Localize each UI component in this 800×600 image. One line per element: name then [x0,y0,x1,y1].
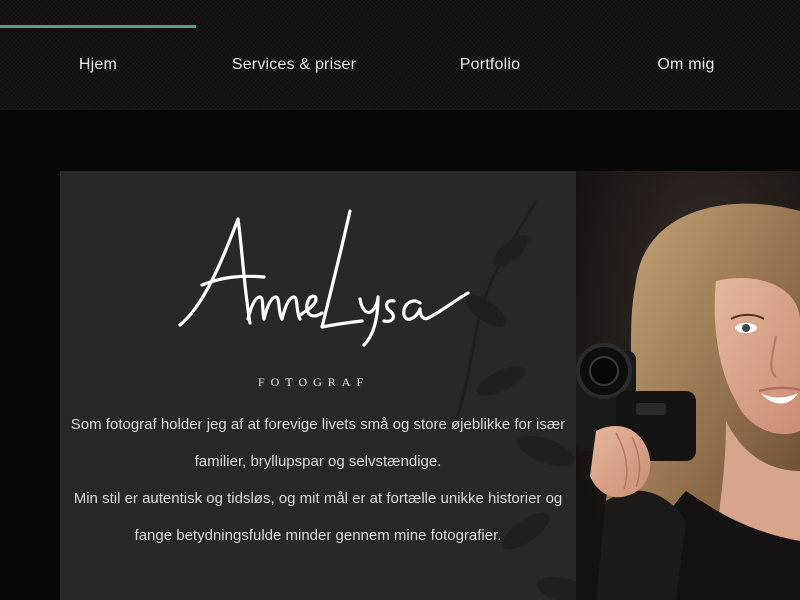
photographer-portrait [576,171,800,600]
nav-item-om-mig[interactable]: Om mig [588,0,784,110]
intro-line: familier, bryllupspar og selvstændige. [194,453,442,470]
nav-item-services-priser[interactable]: Services & priser [196,0,392,110]
intro-panel: FOTOGRAF Som fotograf holder jeg af at f… [60,171,576,600]
intro-line: fange betydningsfulde minder gennem mine… [134,527,502,544]
intro-line: Som fotograf holder jeg af at forevige l… [70,416,566,433]
intro-text: Som fotograf holder jeg af at forevige l… [60,406,576,554]
top-navigation: Hjem Services & priser Portfolio Om mig [0,0,800,110]
logo-subtitle: FOTOGRAF [258,375,370,389]
photographer-portrait-image [576,171,800,600]
page: Hjem Services & priser Portfolio Om mig [0,0,800,600]
anne-lysa-logo[interactable]: FOTOGRAF [172,207,472,389]
nav-item-portfolio[interactable]: Portfolio [392,0,588,110]
intro-line: Min stil er autentisk og tidsløs, og mit… [73,490,563,507]
nav-menu: Hjem Services & priser Portfolio Om mig [0,0,800,110]
logo-script-signature [172,207,472,347]
nav-item-hjem[interactable]: Hjem [0,0,196,110]
